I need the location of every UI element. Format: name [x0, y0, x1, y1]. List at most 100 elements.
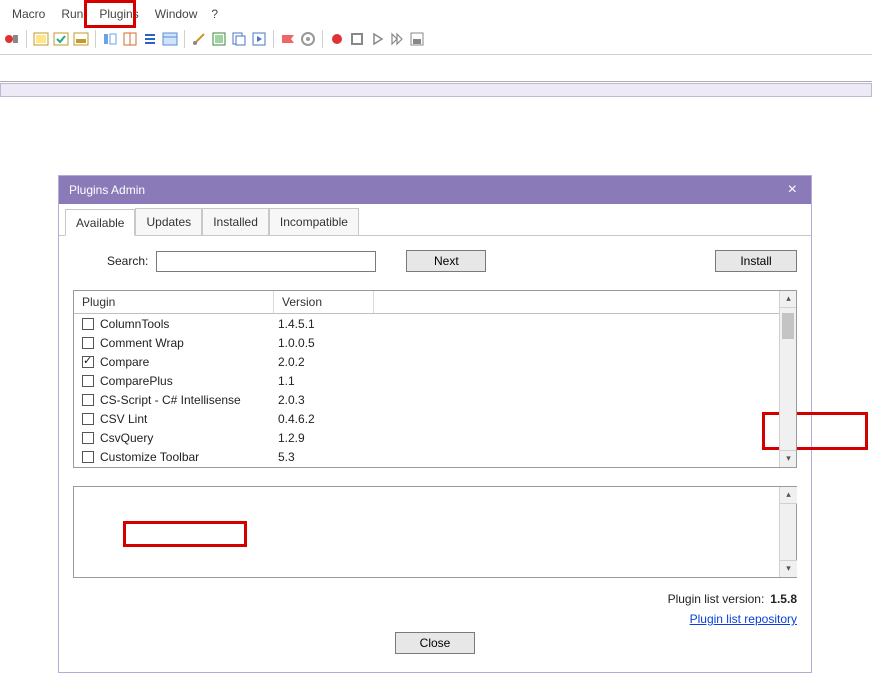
horizontal-rule [0, 81, 872, 82]
plugin-name: CS-Script - C# Intellisense [100, 393, 241, 407]
close-icon[interactable]: × [782, 182, 803, 198]
table-scrollbar[interactable]: ▴ ▾ [779, 291, 796, 467]
table-header: Plugin Version [74, 291, 779, 314]
table-row[interactable]: Customize Toolbar 5.3 [74, 447, 779, 466]
plugin-version: 0.4.6.2 [274, 412, 374, 426]
plugin-checkbox[interactable] [82, 394, 94, 406]
plugin-checkbox[interactable] [82, 337, 94, 349]
plugin-version: 1.4.5.1 [274, 317, 374, 331]
toolbar-separator [322, 30, 323, 48]
search-input[interactable] [156, 251, 376, 272]
toolbar [0, 28, 872, 55]
plugin-list-version-value: 1.5.8 [770, 592, 797, 606]
toolbar-separator [26, 30, 27, 48]
table-row[interactable]: ColumnTools 1.4.5.1 [74, 314, 779, 333]
plugin-name: Customize Toolbar [100, 450, 199, 464]
plugin-version: 1.0.0.5 [274, 336, 374, 350]
content-header-strip [0, 83, 872, 97]
tab-updates[interactable]: Updates [135, 208, 202, 235]
plugin-name: Comment Wrap [100, 336, 184, 350]
table-row[interactable]: CsvQuery 1.2.9 [74, 428, 779, 447]
tool-icon-11[interactable] [251, 31, 267, 47]
tool-icon-13[interactable] [300, 31, 316, 47]
dialog-tabs: Available Updates Installed Incompatible [59, 204, 811, 236]
plugin-version: 2.0.3 [274, 393, 374, 407]
plugin-checkbox[interactable] [82, 318, 94, 330]
plugin-version: 1.2.9 [274, 431, 374, 445]
dialog-titlebar[interactable]: Plugins Admin × [59, 176, 811, 204]
plugin-checkbox[interactable] [82, 413, 94, 425]
tool-icon-10[interactable] [231, 31, 247, 47]
plugin-version: 5.3 [274, 450, 374, 464]
menu-help[interactable]: ? [205, 3, 224, 25]
save-session-icon[interactable] [409, 31, 425, 47]
menu-macro[interactable]: Macro [4, 3, 53, 25]
column-version[interactable]: Version [274, 291, 374, 313]
menu-run[interactable]: Run [53, 3, 91, 25]
table-row[interactable]: CSV Lint 0.4.6.2 [74, 409, 779, 428]
plugin-name: ColumnTools [100, 317, 169, 331]
plugin-version: 1.1 [274, 374, 374, 388]
plugin-list-version-label: Plugin list version: [668, 592, 765, 606]
column-spacer [374, 291, 779, 313]
table-row[interactable]: CS-Script - C# Intellisense 2.0.3 [74, 390, 779, 409]
play-icon[interactable] [369, 31, 385, 47]
tool-icon-6[interactable] [142, 31, 158, 47]
plugins-admin-dialog: Plugins Admin × Available Updates Instal… [58, 175, 812, 673]
plugin-table: Plugin Version ColumnTools 1.4.5.1 Comment… [73, 290, 797, 468]
column-plugin[interactable]: Plugin [74, 291, 274, 313]
plugin-name: ComparePlus [100, 374, 173, 388]
plugin-list-repository-link[interactable]: Plugin list repository [690, 612, 797, 626]
footer-link-row: Plugin list repository [73, 612, 797, 626]
menu-window[interactable]: Window [147, 3, 206, 25]
dialog-title: Plugins Admin [69, 183, 145, 197]
plugin-name: CsvQuery [100, 431, 153, 445]
tool-icon-8[interactable] [191, 31, 207, 47]
plugin-checkbox[interactable] [82, 432, 94, 444]
toolbar-separator [273, 30, 274, 48]
description-scrollbar[interactable]: ▴ ▾ [779, 487, 796, 577]
install-button[interactable]: Install [715, 250, 797, 272]
scroll-up-icon[interactable]: ▴ [780, 291, 797, 308]
scroll-down-icon[interactable]: ▾ [780, 560, 797, 577]
toolbar-separator [184, 30, 185, 48]
tool-icon-4[interactable] [102, 31, 118, 47]
scroll-thumb[interactable] [782, 313, 794, 339]
plugin-version: 2.0.2 [274, 355, 374, 369]
search-row: Search: Next Install [73, 250, 797, 272]
plugin-name: Compare [100, 355, 149, 369]
fast-forward-icon[interactable] [389, 31, 405, 47]
plugin-checkbox[interactable] [82, 356, 94, 368]
scroll-down-icon[interactable]: ▾ [780, 450, 797, 467]
footer-version-row: Plugin list version: 1.5.8 [73, 592, 797, 606]
close-row: Close [73, 632, 797, 654]
toolbar-separator [95, 30, 96, 48]
table-row[interactable]: Compare 2.0.2 [74, 352, 779, 371]
record-macro-icon[interactable] [4, 31, 20, 47]
next-button[interactable]: Next [406, 250, 486, 272]
plugin-checkbox[interactable] [82, 375, 94, 387]
tool-icon-12[interactable] [280, 31, 296, 47]
menu-plugins[interactable]: Plugins [91, 3, 146, 25]
tool-icon-7[interactable] [162, 31, 178, 47]
tool-icon-1[interactable] [33, 31, 49, 47]
close-button[interactable]: Close [395, 632, 475, 654]
table-row[interactable]: ComparePlus 1.1 [74, 371, 779, 390]
tab-installed[interactable]: Installed [202, 208, 269, 235]
plugin-name: CSV Lint [100, 412, 147, 426]
plugin-checkbox[interactable] [82, 451, 94, 463]
stop-icon[interactable] [349, 31, 365, 47]
menu-bar: Macro Run Plugins Window ? [0, 0, 872, 28]
tool-icon-9[interactable] [211, 31, 227, 47]
description-box: ▴ ▾ [73, 486, 797, 578]
tool-icon-5[interactable] [122, 31, 138, 47]
record-icon[interactable] [329, 31, 345, 47]
search-label: Search: [107, 254, 148, 268]
dialog-body: Search: Next Install Plugin Version Colu… [59, 236, 811, 672]
table-row[interactable]: Comment Wrap 1.0.0.5 [74, 333, 779, 352]
tool-icon-3[interactable] [73, 31, 89, 47]
tab-available[interactable]: Available [65, 209, 135, 236]
tool-icon-2[interactable] [53, 31, 69, 47]
scroll-up-icon[interactable]: ▴ [780, 487, 797, 504]
tab-incompatible[interactable]: Incompatible [269, 208, 359, 235]
